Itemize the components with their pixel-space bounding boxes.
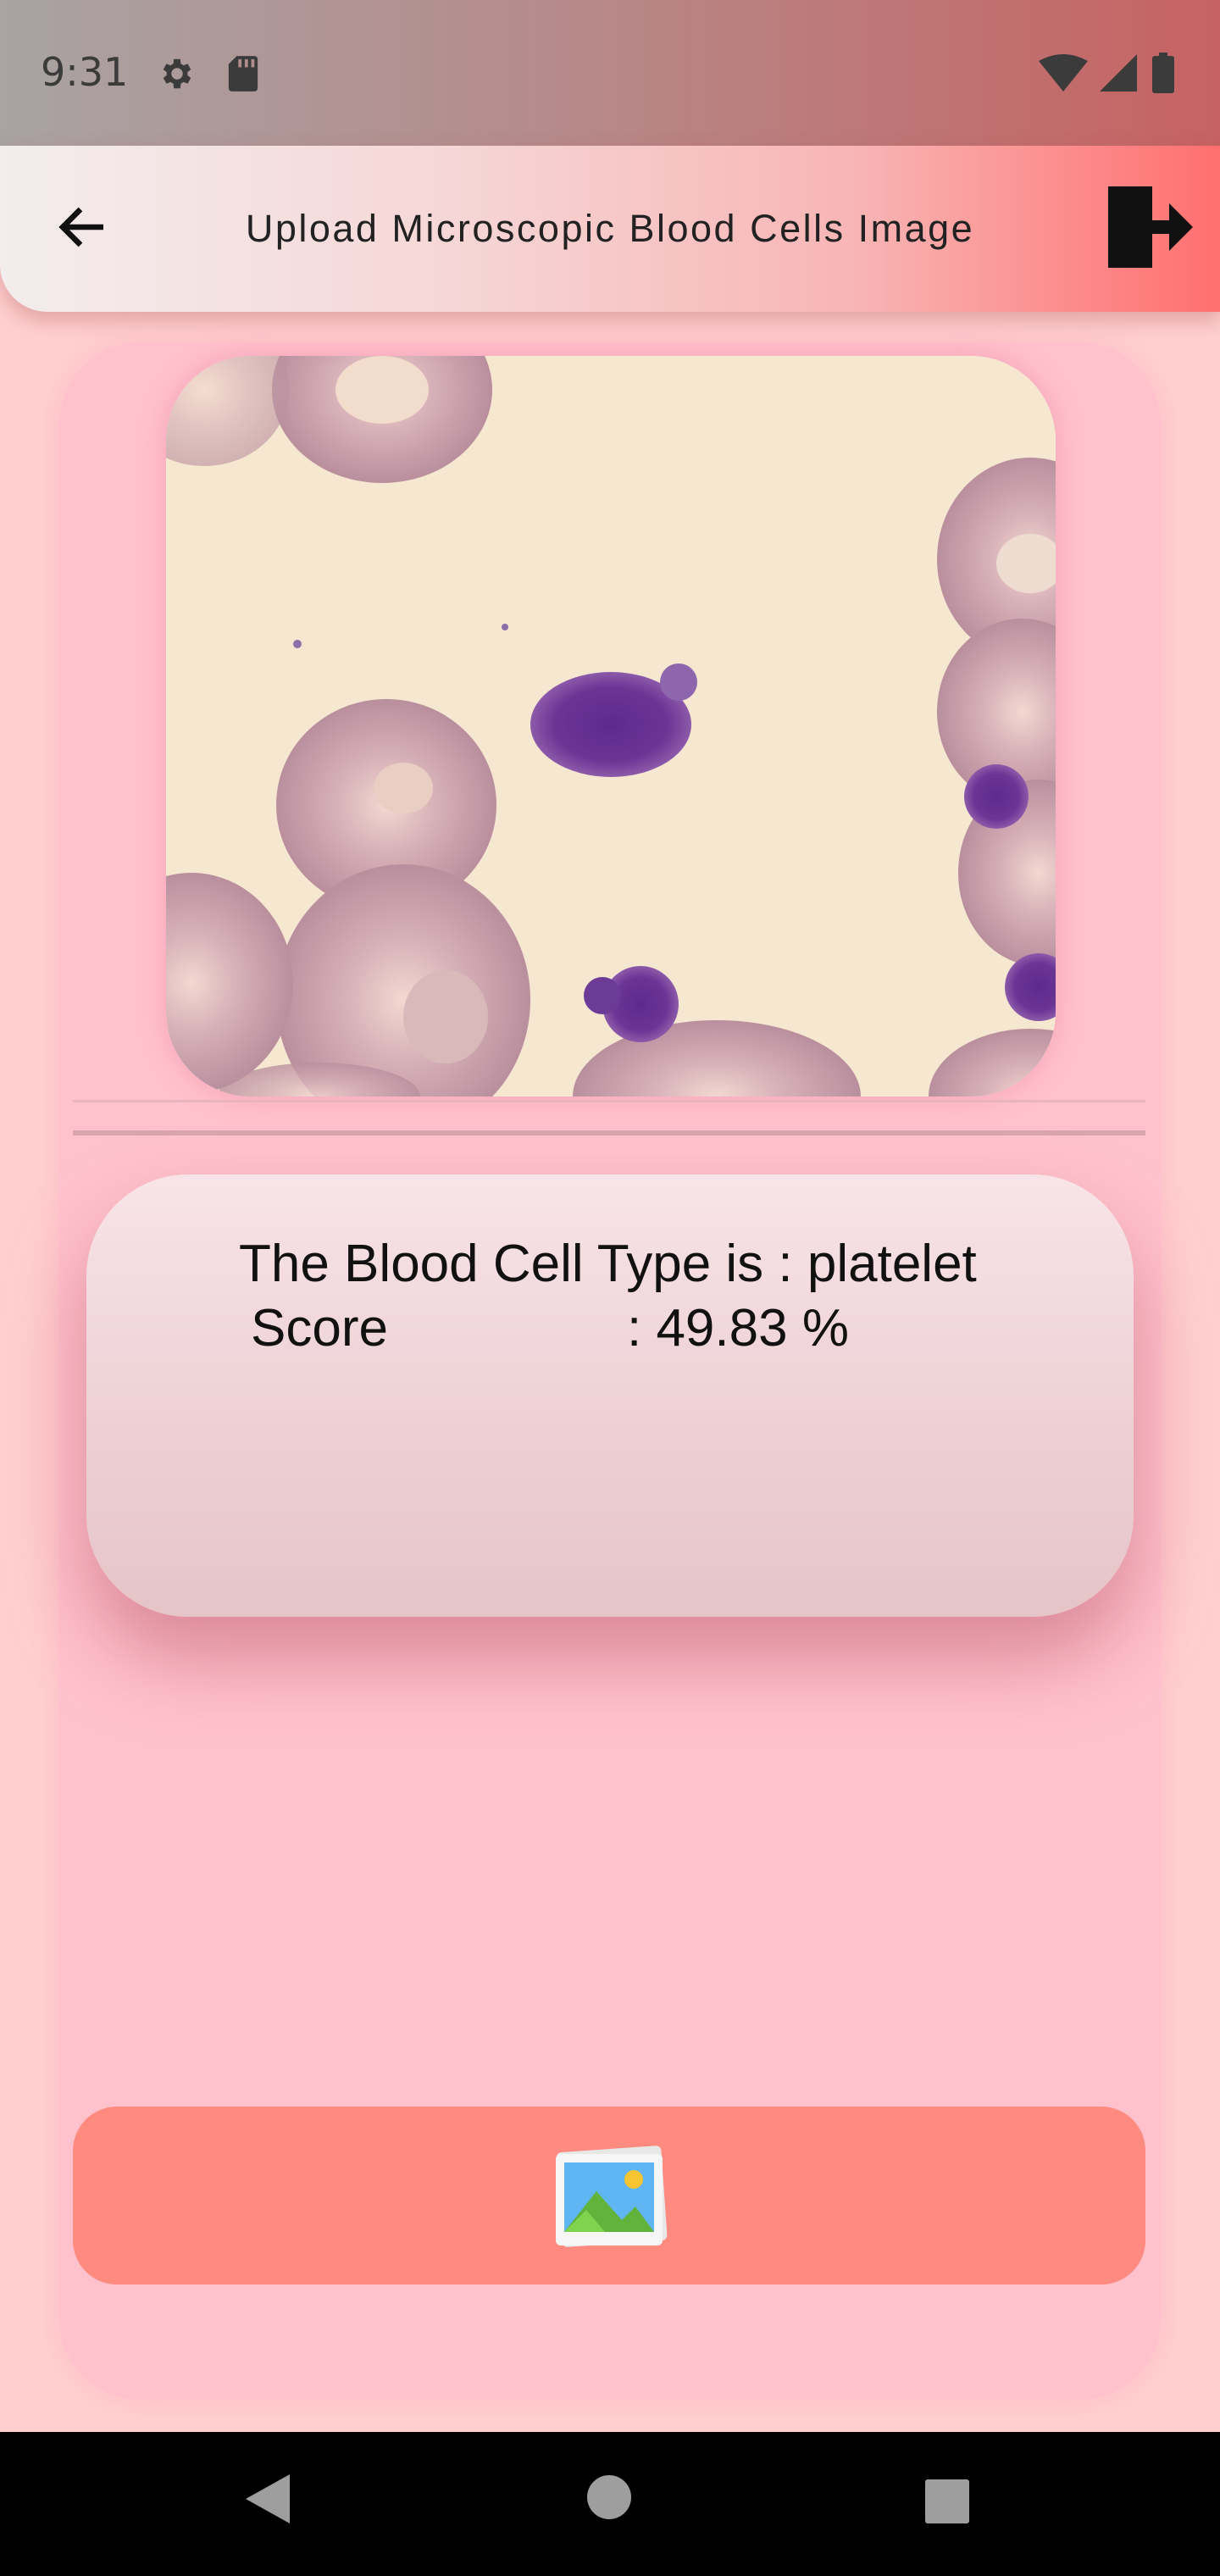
gear-icon [163, 58, 191, 89]
sd-card-icon [228, 56, 258, 92]
pick-image-button[interactable] [73, 2107, 1145, 2285]
status-time: 9:31 [41, 49, 129, 95]
result-card: The Blood Cell Type is : platelet Score … [86, 1174, 1134, 1617]
back-button[interactable] [53, 197, 114, 258]
main-card: The Blood Cell Type is : platelet Score … [59, 342, 1161, 2400]
blood-cell-image [166, 356, 1056, 1096]
microscope-image [166, 356, 1056, 1096]
battery-icon [1152, 53, 1174, 93]
system-nav-bar [0, 2432, 1220, 2576]
result-cell-type: The Blood Cell Type is : platelet [239, 1235, 977, 1293]
wifi-icon [1039, 54, 1088, 92]
cell-signal-icon [1100, 54, 1137, 92]
result-score-value: : 49.83 % [627, 1299, 849, 1357]
app-bar: Upload Microscopic Blood Cells Image [0, 146, 1220, 312]
divider [73, 1100, 1145, 1102]
gallery-image-icon [556, 2146, 668, 2247]
nav-recents-icon[interactable] [925, 2479, 969, 2523]
nav-home-icon[interactable] [585, 2473, 634, 2522]
status-bar: 9:31 [0, 0, 1220, 146]
logout-icon[interactable] [1101, 183, 1196, 271]
result-score-label: Score [251, 1299, 388, 1357]
page-title: Upload Microscopic Blood Cells Image [245, 207, 975, 250]
divider [73, 1130, 1145, 1135]
nav-back-icon[interactable] [242, 2471, 293, 2527]
